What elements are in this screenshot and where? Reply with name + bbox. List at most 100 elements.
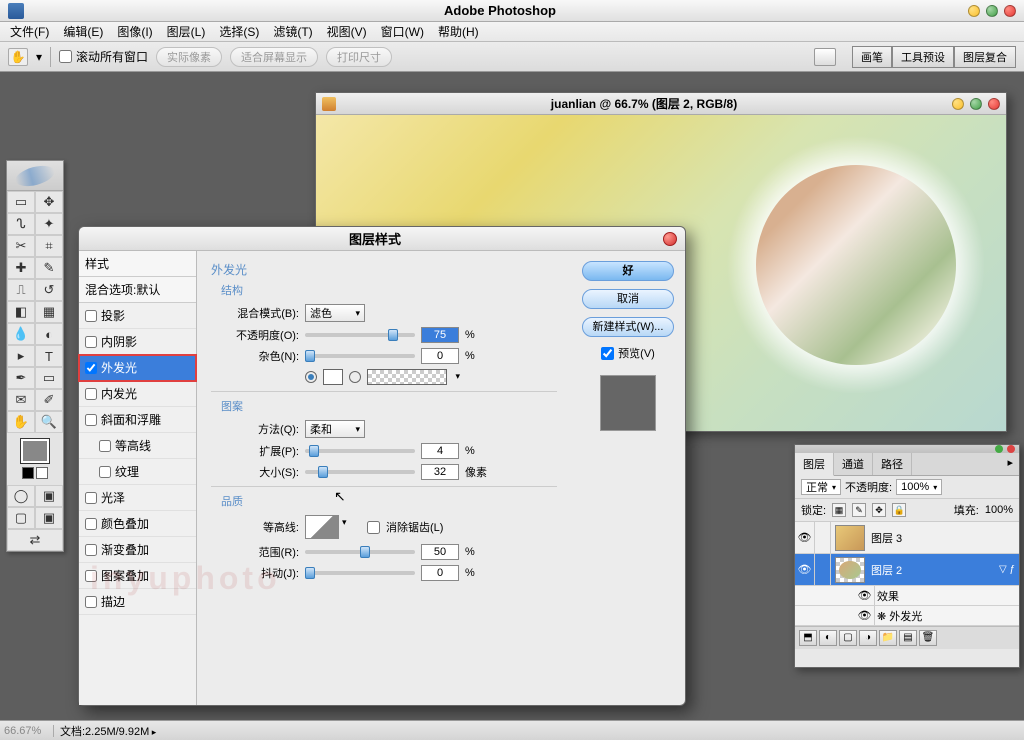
fx-indicator[interactable]: ▽ ƒ [999, 564, 1019, 575]
notes-tool[interactable]: ✉ [7, 389, 35, 411]
range-slider[interactable] [305, 550, 415, 554]
default-colors-icon[interactable] [22, 467, 34, 479]
gradient-radio[interactable] [349, 371, 361, 383]
doc-close[interactable] [988, 98, 1000, 110]
fill-value[interactable]: 100% [985, 504, 1013, 516]
layer-comps-tab[interactable]: 图层复合 [954, 46, 1016, 68]
dodge-tool[interactable]: ◐ [35, 323, 63, 345]
contour-picker[interactable] [305, 515, 339, 539]
close-button[interactable] [1004, 5, 1016, 17]
style-item-10[interactable]: 图案叠加 [79, 563, 196, 589]
style-item-3[interactable]: 内发光 [79, 381, 196, 407]
blur-tool[interactable]: 💧 [7, 323, 35, 345]
noise-slider[interactable] [305, 354, 415, 358]
jump-to-imageready[interactable]: ⇄ [7, 529, 63, 551]
lock-position-icon[interactable]: ✥ [872, 503, 886, 517]
layer-mask-icon[interactable]: ▢ [839, 630, 857, 646]
eraser-tool[interactable]: ◧ [7, 301, 35, 323]
history-brush-tool[interactable]: ↺ [35, 279, 63, 301]
menu-item-3[interactable]: 图层(L) [161, 21, 212, 42]
tab-layers[interactable]: 图层 [795, 453, 834, 476]
new-layer-icon[interactable]: ▤ [899, 630, 917, 646]
adjustment-layer-icon[interactable]: ◑ [859, 630, 877, 646]
menu-item-5[interactable]: 滤镜(T) [267, 21, 318, 42]
layer-row-2[interactable]: 👁效果 [795, 586, 1019, 606]
style-checkbox-6[interactable] [99, 466, 111, 478]
screen-mode-2[interactable]: ▣ [35, 507, 63, 529]
actual-pixels-button[interactable]: 实际像素 [156, 47, 222, 67]
crop-tool[interactable]: ✂ [7, 235, 35, 257]
style-checkbox-10[interactable] [85, 570, 97, 582]
color-swatch[interactable] [7, 433, 63, 485]
menu-item-6[interactable]: 视图(V) [321, 21, 373, 42]
style-item-5[interactable]: 等高线 [79, 433, 196, 459]
glow-gradient-chip[interactable] [367, 369, 447, 385]
layer-thumb[interactable] [835, 557, 865, 583]
slice-tool[interactable]: ⌗ [35, 235, 63, 257]
style-item-6[interactable]: 纹理 [79, 459, 196, 485]
heal-tool[interactable]: ✚ [7, 257, 35, 279]
visibility-icon[interactable]: 👁 [855, 586, 875, 605]
style-item-7[interactable]: 光泽 [79, 485, 196, 511]
hand-tool[interactable]: ✋ [7, 411, 35, 433]
dialog-titlebar[interactable]: 图层样式 [79, 227, 685, 251]
style-checkbox-2[interactable] [85, 362, 97, 374]
tab-paths[interactable]: 路径 [873, 453, 912, 475]
path-select-tool[interactable]: ▸ [7, 345, 35, 367]
doc-minimize[interactable] [952, 98, 964, 110]
menu-item-7[interactable]: 窗口(W) [375, 21, 430, 42]
print-size-button[interactable]: 打印尺寸 [326, 47, 392, 67]
ok-button[interactable]: 好 [582, 261, 674, 281]
shape-tool[interactable]: ▭ [35, 367, 63, 389]
layer-opacity-value[interactable]: 100% [896, 479, 942, 495]
dialog-close-button[interactable] [663, 232, 677, 246]
doc-maximize[interactable] [970, 98, 982, 110]
dropdown-icon[interactable]: ▾ [36, 50, 42, 64]
document-titlebar[interactable]: juanlian @ 66.7% (图层 2, RGB/8) [316, 93, 1006, 115]
range-value[interactable]: 50 [421, 544, 459, 560]
color-radio[interactable] [305, 371, 317, 383]
layer-row-0[interactable]: 👁图层 3 [795, 522, 1019, 554]
jitter-value[interactable]: 0 [421, 565, 459, 581]
opacity-slider[interactable] [305, 333, 415, 337]
screen-mode-1[interactable]: ▢ [7, 507, 35, 529]
antialias-checkbox[interactable] [367, 521, 380, 534]
lock-all-icon[interactable]: 🔒 [892, 503, 906, 517]
scroll-all-checkbox[interactable]: 滚动所有窗口 [59, 48, 148, 65]
marquee-tool[interactable]: ▭ [7, 191, 35, 213]
blend-mode-select[interactable]: 滤色 [305, 304, 365, 322]
style-item-9[interactable]: 渐变叠加 [79, 537, 196, 563]
spread-value[interactable]: 4 [421, 443, 459, 459]
style-checkbox-8[interactable] [85, 518, 97, 530]
maximize-button[interactable] [986, 5, 998, 17]
print-icon[interactable] [814, 48, 836, 66]
menu-item-2[interactable]: 图像(I) [111, 21, 158, 42]
foreground-color[interactable] [21, 439, 49, 463]
hand-tool-icon[interactable]: ✋ [8, 48, 28, 66]
blend-mode-combo[interactable]: 正常 [801, 479, 841, 495]
gradient-tool[interactable]: ▦ [35, 301, 63, 323]
style-item-1[interactable]: 内阴影 [79, 329, 196, 355]
panel-titlebar[interactable] [795, 445, 1019, 453]
cancel-button[interactable]: 取消 [582, 289, 674, 309]
style-item-2[interactable]: 外发光 [79, 355, 196, 381]
style-checkbox-1[interactable] [85, 336, 97, 348]
style-checkbox-4[interactable] [85, 414, 97, 426]
glow-color-chip[interactable] [323, 369, 343, 385]
style-checkbox-5[interactable] [99, 440, 111, 452]
layer-style-icon[interactable]: ◐ [819, 630, 837, 646]
lock-pixels-icon[interactable]: ✎ [852, 503, 866, 517]
stamp-tool[interactable]: ⎍ [7, 279, 35, 301]
wand-tool[interactable]: ✦ [35, 213, 63, 235]
menu-item-8[interactable]: 帮助(H) [432, 21, 485, 42]
link-layers-icon[interactable]: ⬒ [799, 630, 817, 646]
menu-item-0[interactable]: 文件(F) [4, 21, 55, 42]
panel-menu-icon[interactable]: ▸ [1001, 453, 1019, 475]
jitter-slider[interactable] [305, 571, 415, 575]
visibility-icon[interactable]: 👁 [855, 606, 875, 625]
brush-tool[interactable]: ✎ [35, 257, 63, 279]
style-checkbox-11[interactable] [85, 596, 97, 608]
move-tool[interactable]: ✥ [35, 191, 63, 213]
style-item-4[interactable]: 斜面和浮雕 [79, 407, 196, 433]
quickmask-mode[interactable]: ▣ [35, 485, 63, 507]
